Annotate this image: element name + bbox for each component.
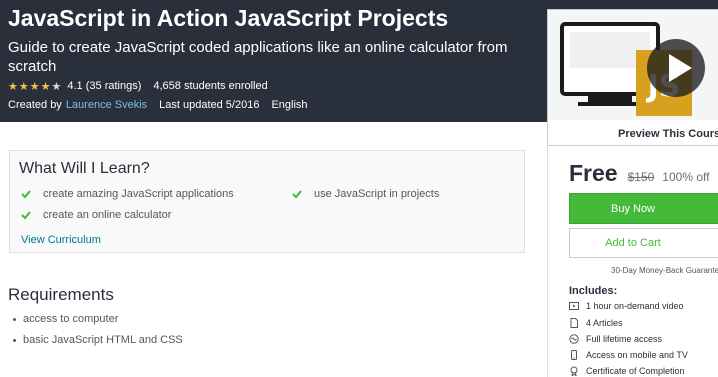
preview-thumbnail[interactable]: JS <box>548 10 718 120</box>
mobile-icon <box>571 350 577 360</box>
buy-now-label: Buy Now <box>610 203 656 215</box>
learn-item: use JavaScript in projects <box>292 188 439 200</box>
includes-item: Certificate of Completion <box>569 366 685 376</box>
money-back-guarantee: 30-Day Money-Back Guarantee <box>611 266 718 275</box>
star-icon: ★ <box>18 79 29 93</box>
what-will-i-learn-box: What Will I Learn? create amazing JavaSc… <box>9 150 525 253</box>
preview-card[interactable]: JS Preview This Course <box>547 9 718 146</box>
requirement-item: basic JavaScript HTML and CSS <box>13 334 183 346</box>
star-icon: ★ <box>8 79 18 93</box>
author-link[interactable]: Laurence Svekis <box>66 99 147 111</box>
learn-item-label: create amazing JavaScript applications <box>43 188 234 200</box>
rating-count: (35 ratings) <box>85 80 142 92</box>
learn-item: create an online calculator <box>21 209 171 221</box>
includes-title: Includes: <box>569 285 618 297</box>
add-to-cart-label: Add to Cart <box>605 237 661 249</box>
includes-item: Full lifetime access <box>569 334 662 344</box>
includes-label: 1 hour on-demand video <box>586 301 684 311</box>
video-icon <box>569 302 579 310</box>
article-icon <box>570 318 578 328</box>
requirements-title: Requirements <box>8 285 114 304</box>
infinity-icon <box>569 334 579 344</box>
course-title: JavaScript in Action JavaScript Projects <box>8 5 449 31</box>
includes-label: 4 Articles <box>586 318 623 328</box>
check-icon <box>21 190 31 199</box>
add-to-cart-button[interactable]: Add to Cart <box>569 228 718 258</box>
preview-caption[interactable]: Preview This Course <box>618 128 718 140</box>
last-updated: Last updated 5/2016 <box>159 99 260 111</box>
rating-value: 4.1 <box>67 80 83 92</box>
star-icon: ★ <box>29 79 40 93</box>
star-icon: ★ <box>40 79 51 93</box>
rating-row: ★ ★ ★ ★ ★ 4.1 (35 ratings) 4,658 student… <box>8 80 268 92</box>
view-curriculum-link[interactable]: View Curriculum <box>21 234 101 246</box>
certificate-icon <box>570 366 578 376</box>
learn-item-label: create an online calculator <box>43 209 172 221</box>
requirement-label: basic JavaScript HTML and CSS <box>23 334 183 346</box>
includes-item: 1 hour on-demand video <box>569 301 684 311</box>
star-rating: ★ ★ ★ ★ ★ <box>8 81 62 92</box>
learn-title: What Will I Learn? <box>19 160 150 177</box>
includes-item: 4 Articles <box>569 318 623 328</box>
requirement-label: access to computer <box>23 313 119 325</box>
bullet-icon <box>13 317 16 321</box>
original-price: $150 <box>627 170 655 184</box>
includes-label: Certificate of Completion <box>586 366 685 376</box>
includes-item: Access on mobile and TV <box>569 350 688 360</box>
bullet-icon <box>13 338 16 342</box>
requirement-item: access to computer <box>13 313 118 325</box>
buy-now-button[interactable]: Buy Now <box>569 193 718 224</box>
check-icon <box>21 211 31 220</box>
current-price: Free <box>569 160 618 186</box>
course-meta: Created by Laurence Svekis Last updated … <box>8 99 308 111</box>
includes-label: Access on mobile and TV <box>586 350 688 360</box>
course-subtitle: Guide to create JavaScript coded applica… <box>8 39 508 75</box>
check-icon <box>292 190 302 199</box>
learn-item: create amazing JavaScript applications <box>21 188 234 200</box>
price-row: Free $150 100% off <box>569 160 709 187</box>
course-language: English <box>271 99 308 111</box>
learn-item-label: use JavaScript in projects <box>314 188 440 200</box>
sidebar-divider <box>547 146 548 377</box>
enrolled-count: 4,658 students enrolled <box>153 80 268 92</box>
play-icon[interactable] <box>646 38 706 98</box>
created-by-label: Created by <box>8 99 62 111</box>
star-empty-icon: ★ <box>51 79 62 93</box>
discount-percent: 100% off <box>662 170 710 184</box>
includes-label: Full lifetime access <box>586 334 663 344</box>
